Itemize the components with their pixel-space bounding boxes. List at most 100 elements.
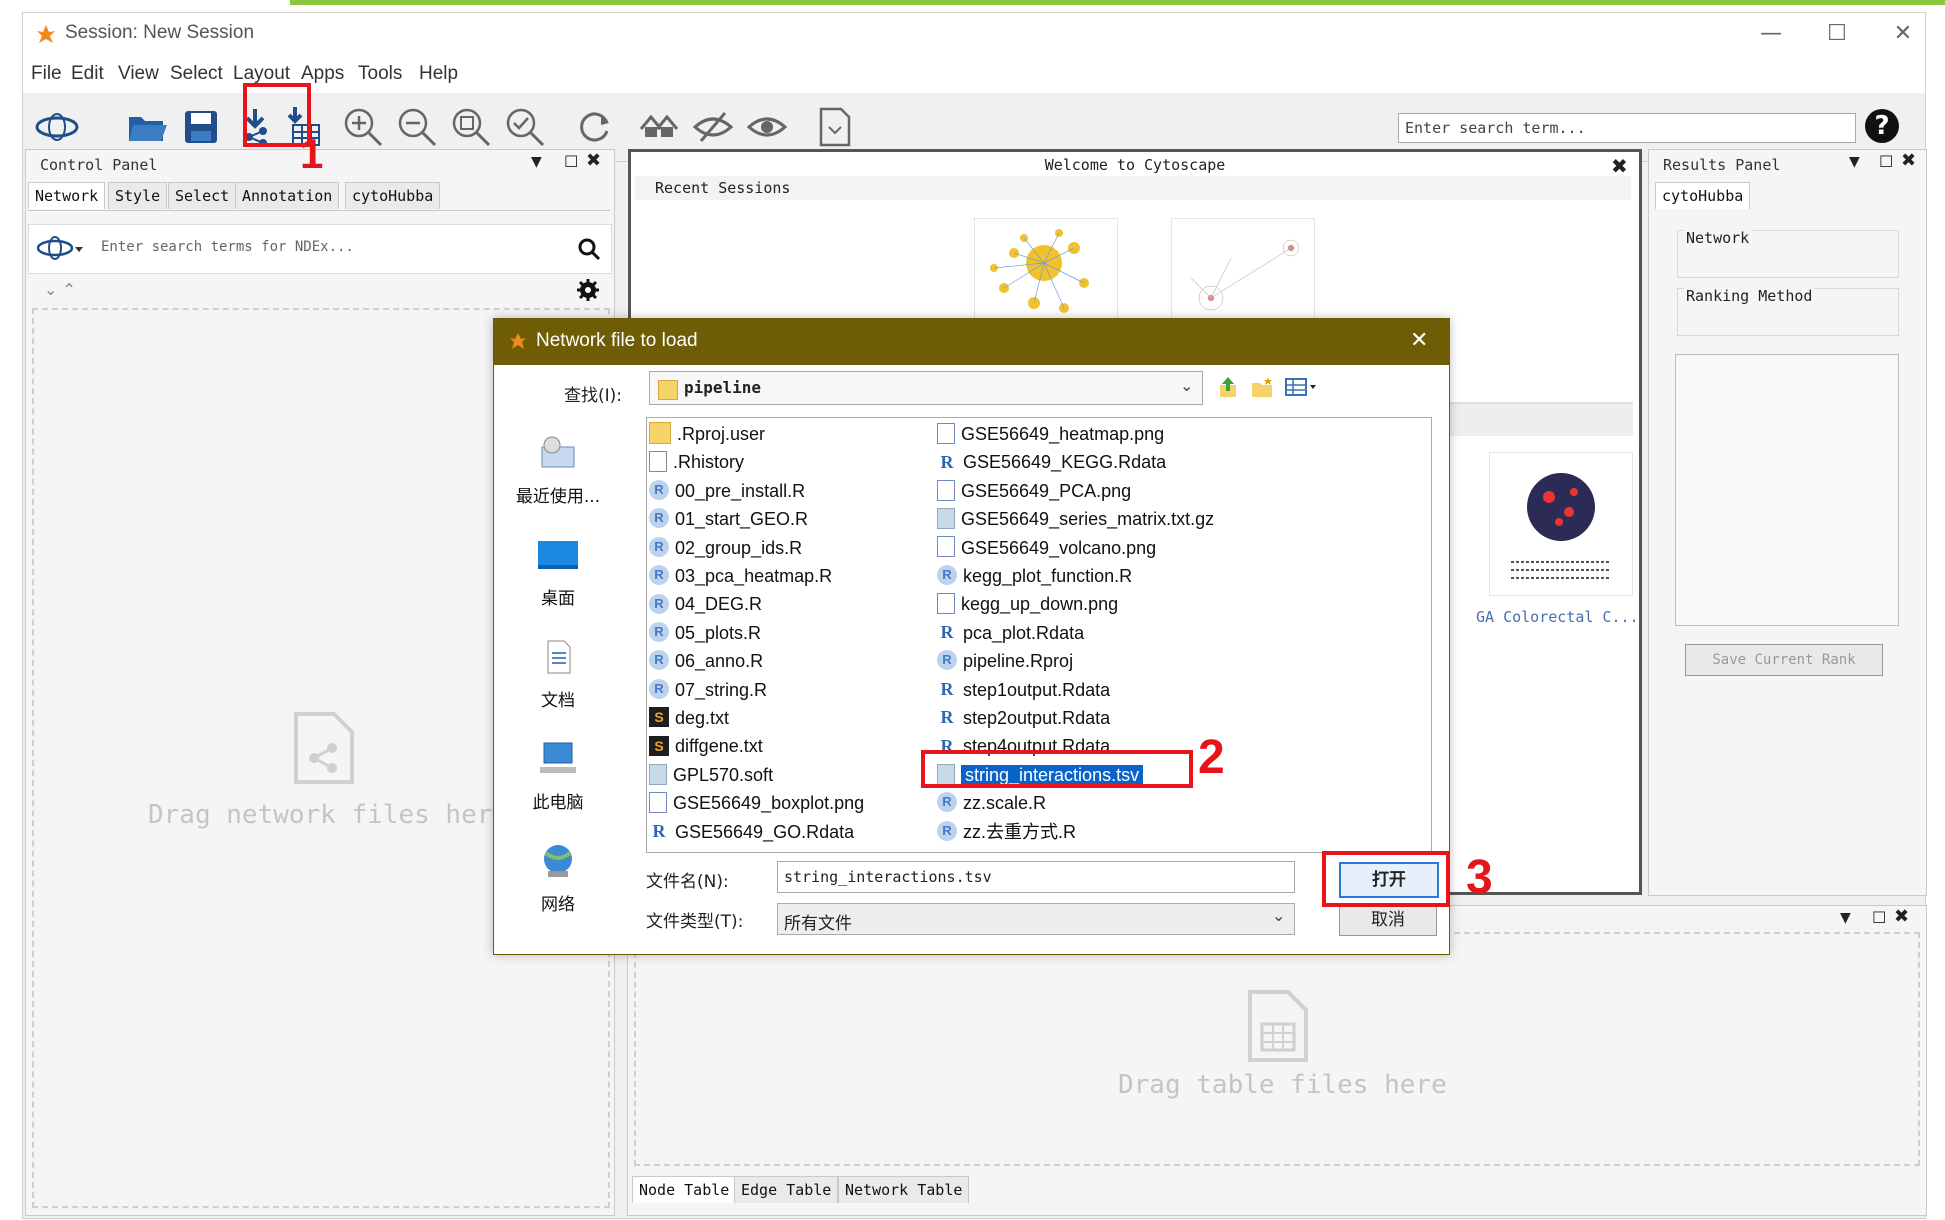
file-item[interactable]: GSE56649_heatmap.png bbox=[937, 420, 1164, 448]
ndex-network-icon[interactable] bbox=[35, 233, 85, 263]
tab-edge-table[interactable]: Edge Table bbox=[734, 1176, 839, 1203]
home-icon[interactable] bbox=[637, 105, 681, 149]
file-item[interactable]: R 06_anno.R bbox=[649, 647, 763, 675]
file-item[interactable]: Rzz.scale.R bbox=[937, 789, 1046, 817]
ndex-search-input[interactable]: Enter search terms for NDEx... bbox=[101, 239, 354, 255]
search-icon[interactable] bbox=[577, 237, 601, 261]
file-item[interactable]: GSE56649_boxplot.png bbox=[649, 789, 864, 817]
filetype-select[interactable]: 所有文件 ⌄ bbox=[777, 903, 1295, 935]
menu-tools[interactable]: Tools bbox=[358, 63, 402, 85]
place-network[interactable]: 网络 bbox=[508, 843, 608, 915]
file-item[interactable]: Sdeg.txt bbox=[649, 704, 729, 732]
tab-network[interactable]: Network bbox=[28, 182, 106, 209]
tab-network-table[interactable]: Network Table bbox=[838, 1176, 970, 1203]
session-thumbnail-1[interactable] bbox=[974, 218, 1118, 328]
results-panel: Results Panel ▼ ☐ ✖ cytoHubba Network Ra… bbox=[1648, 149, 1927, 896]
sample-thumbnail[interactable] bbox=[1489, 452, 1633, 596]
network-logo-icon[interactable] bbox=[35, 105, 79, 149]
menu-select[interactable]: Select bbox=[170, 63, 223, 85]
zoom-selected-icon[interactable] bbox=[503, 105, 547, 149]
tab-node-table[interactable]: Node Table bbox=[632, 1176, 737, 1203]
file-item[interactable]: GSE56649_volcano.png bbox=[937, 534, 1156, 562]
export-doc-icon[interactable] bbox=[813, 105, 857, 149]
minimize-button[interactable]: — bbox=[1743, 17, 1799, 51]
file-item[interactable]: .Rhistory bbox=[649, 448, 744, 476]
file-item[interactable]: Rkegg_plot_function.R bbox=[937, 562, 1132, 590]
filename-input[interactable]: string_interactions.tsv bbox=[777, 861, 1295, 893]
results-close-icon[interactable]: ✖ bbox=[1901, 150, 1916, 171]
save-current-rank-button[interactable]: Save Current Rank bbox=[1685, 644, 1883, 676]
tab-select[interactable]: Select bbox=[168, 182, 237, 209]
file-item[interactable]: R 01_start_GEO.R bbox=[649, 505, 808, 533]
file-item[interactable]: R 07_string.R bbox=[649, 676, 767, 704]
gear-icon[interactable] bbox=[576, 278, 600, 302]
place-recent[interactable]: 最近使用... bbox=[508, 435, 608, 507]
save-icon[interactable] bbox=[179, 105, 223, 149]
dialog-close-icon[interactable]: ✕ bbox=[1410, 328, 1428, 353]
place-desktop[interactable]: 桌面 bbox=[508, 537, 608, 609]
file-item[interactable]: GSE56649_series_matrix.txt.gz bbox=[937, 505, 1214, 533]
file-item[interactable]: Rstep2output.Rdata bbox=[937, 704, 1111, 732]
hide-icon[interactable] bbox=[691, 105, 735, 149]
help-icon[interactable]: ? bbox=[1865, 109, 1899, 143]
view-menu-icon[interactable] bbox=[1284, 375, 1318, 399]
filetype-chevron-icon[interactable]: ⌄ bbox=[1272, 906, 1285, 925]
table-float-icon[interactable]: ☐ bbox=[1872, 908, 1886, 927]
file-item[interactable]: R 03_pca_heatmap.R bbox=[649, 562, 832, 590]
file-item[interactable]: Rstep1output.Rdata bbox=[937, 676, 1111, 704]
file-item[interactable]: Sdiffgene.txt bbox=[649, 732, 763, 760]
file-item[interactable]: R 00_pre_install.R bbox=[649, 477, 805, 505]
menu-edit[interactable]: Edit bbox=[71, 63, 104, 85]
file-item[interactable]: R GSE56649_GO.Rdata bbox=[649, 818, 855, 846]
file-item[interactable]: .Rproj.user bbox=[649, 420, 765, 448]
file-item[interactable]: GSE56649_PCA.png bbox=[937, 477, 1131, 505]
file-item[interactable]: R 04_DEG.R bbox=[649, 590, 762, 618]
close-panel-icon[interactable]: ✖ bbox=[586, 150, 601, 171]
sample-label[interactable]: GA Colorectal C... bbox=[1476, 608, 1639, 626]
show-icon[interactable] bbox=[745, 105, 789, 149]
file-item[interactable]: R 05_plots.R bbox=[649, 619, 761, 647]
close-welcome-icon[interactable]: ✖ bbox=[1611, 154, 1628, 178]
session-thumbnail-2[interactable] bbox=[1171, 218, 1315, 328]
file-item[interactable]: R 02_group_ids.R bbox=[649, 534, 802, 562]
tab-style[interactable]: Style bbox=[108, 182, 168, 209]
float-panel-icon[interactable]: ☐ bbox=[564, 152, 578, 171]
up-folder-icon[interactable] bbox=[1216, 375, 1240, 399]
table-close-icon[interactable]: ✖ bbox=[1894, 906, 1909, 927]
zoom-fit-icon[interactable] bbox=[449, 105, 493, 149]
look-in-select[interactable]: pipeline ⌄ bbox=[649, 371, 1203, 405]
maximize-button[interactable]: ☐ bbox=[1809, 17, 1865, 51]
file-item[interactable]: Rpca_plot.Rdata bbox=[937, 619, 1085, 647]
menu-layout[interactable]: Layout bbox=[233, 63, 290, 85]
menu-view[interactable]: View bbox=[118, 63, 159, 85]
filetype-value: 所有文件 bbox=[784, 914, 852, 934]
new-folder-icon[interactable] bbox=[1250, 375, 1274, 399]
tab-cytohubba-results[interactable]: cytoHubba bbox=[1655, 182, 1751, 209]
close-window-button[interactable]: ✕ bbox=[1875, 17, 1931, 51]
table-drop-zone[interactable]: Drag table files here bbox=[634, 932, 1920, 1166]
refresh-icon[interactable] bbox=[573, 105, 617, 149]
collapse-expand-icon[interactable]: ⌄ ⌃ bbox=[44, 280, 76, 299]
zoom-in-icon[interactable] bbox=[341, 105, 385, 149]
tab-annotation[interactable]: Annotation bbox=[235, 182, 340, 209]
chevron-down-icon[interactable]: ⌄ bbox=[1180, 376, 1193, 395]
place-this-pc[interactable]: 此电脑 bbox=[508, 741, 608, 813]
open-folder-icon[interactable] bbox=[125, 105, 169, 149]
cancel-button[interactable]: 取消 bbox=[1339, 904, 1437, 936]
menu-file[interactable]: File bbox=[31, 63, 62, 85]
menu-help[interactable]: Help bbox=[419, 63, 458, 85]
panel-dropdown-icon[interactable]: ▼ bbox=[531, 154, 542, 170]
search-input[interactable]: Enter search term... bbox=[1398, 113, 1856, 143]
table-dropdown-icon[interactable]: ▼ bbox=[1840, 910, 1851, 926]
file-item[interactable]: GPL570.soft bbox=[649, 761, 773, 789]
file-item[interactable]: R GSE56649_KEGG.Rdata bbox=[937, 448, 1167, 476]
zoom-out-icon[interactable] bbox=[395, 105, 439, 149]
place-documents[interactable]: 文档 bbox=[508, 639, 608, 711]
results-dropdown-icon[interactable]: ▼ bbox=[1849, 154, 1860, 170]
file-item[interactable]: kegg_up_down.png bbox=[937, 590, 1118, 618]
file-item[interactable]: Rzz.去重方式.R bbox=[937, 818, 1076, 846]
file-item[interactable]: Rpipeline.Rproj bbox=[937, 647, 1073, 675]
tab-cytohubba[interactable]: cytoHubba bbox=[345, 182, 441, 209]
results-float-icon[interactable]: ☐ bbox=[1879, 152, 1893, 171]
menu-apps[interactable]: Apps bbox=[301, 63, 344, 85]
